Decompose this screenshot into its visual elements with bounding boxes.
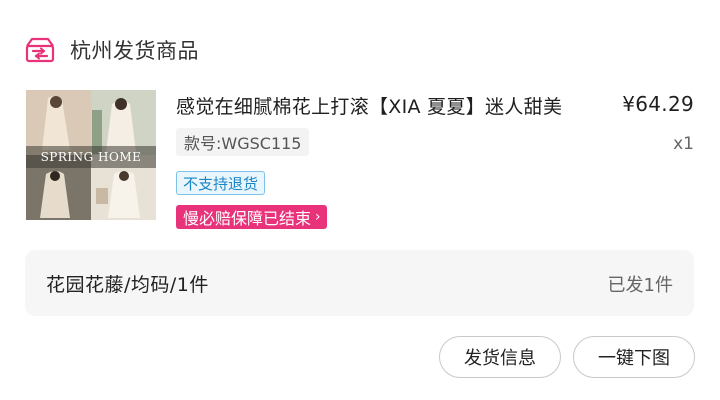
product-title[interactable]: 感觉在细腻棉花上打滚【XIA 夏夏】迷人甜美	[176, 92, 606, 119]
variant-spec: 花园花藤/均码/1件	[46, 274, 209, 296]
thumbnail-caption: SPRING HOME	[41, 150, 142, 164]
variant-row: 花园花藤/均码/1件 已发1件	[25, 250, 694, 316]
chevron-right-icon: ›	[315, 209, 321, 225]
product-price: ¥64.29	[622, 92, 694, 116]
warehouse-header: 杭州发货商品	[24, 30, 199, 70]
warehouse-title: 杭州发货商品	[70, 39, 199, 63]
guarantee-label: 慢必赔保障已结束	[183, 209, 312, 228]
shipment-card: 杭州发货商品 SPRING HOME 感觉在细腻棉花上打滚【XIA 夏夏】迷人甜…	[0, 0, 720, 400]
shipping-info-button[interactable]: 发货信息	[439, 336, 561, 378]
product-quantity: x1	[673, 134, 694, 154]
sku-label: 款号:WGSC115	[176, 128, 310, 156]
shipment-status: 已发1件	[607, 275, 673, 296]
no-return-tag: 不支持退货	[176, 171, 266, 195]
shipping-box-icon	[24, 34, 56, 66]
guarantee-tag[interactable]: 慢必赔保障已结束 ›	[176, 205, 327, 229]
download-images-button[interactable]: 一键下图	[573, 336, 695, 378]
product-thumbnail[interactable]: SPRING HOME	[26, 90, 156, 220]
